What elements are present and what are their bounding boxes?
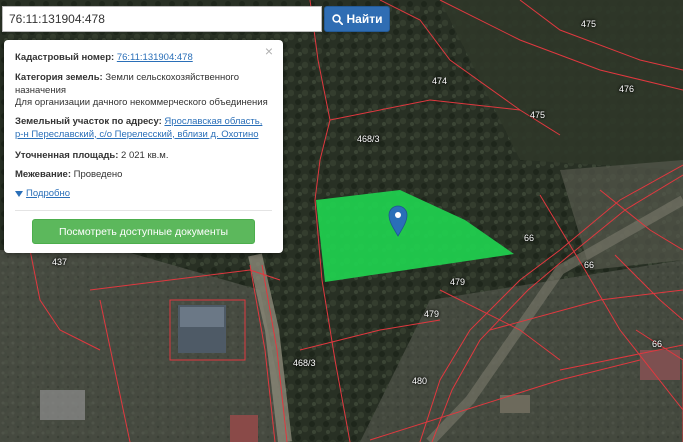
address-link-region[interactable]: Ярославская область, <box>164 116 262 127</box>
address-row: Земельный участок по адресу: Ярославская… <box>15 116 273 141</box>
cadastral-search-input[interactable] <box>2 6 322 32</box>
cadastral-number-row: Кадастровый номер: 76:11:131904:478 <box>15 52 273 65</box>
parcel-number-label: 66 <box>524 233 535 243</box>
cadastral-number-label: Кадастровый номер: <box>15 52 115 63</box>
divider <box>15 210 272 211</box>
parcel-number-label: 479 <box>450 277 466 287</box>
area-value: 2 021 кв.м. <box>121 150 169 161</box>
parcel-number-label: 66 <box>584 260 595 270</box>
parcel-number-label: 476 <box>619 84 635 94</box>
address-label: Земельный участок по адресу: <box>15 116 162 127</box>
search-bar: Найти <box>0 6 390 32</box>
view-documents-button[interactable]: Посмотреть доступные документы <box>32 219 255 244</box>
parcel-number-label: 468/3 <box>357 134 380 144</box>
land-usage-value: Для организации дачного некоммерческого … <box>15 97 268 108</box>
parcel-number-label: 479 <box>424 309 440 319</box>
survey-value: Проведено <box>73 169 123 180</box>
parcel-number-label: 468/3 <box>293 358 316 368</box>
parcel-number-label: 475 <box>530 110 546 120</box>
parcel-number-label: 437 <box>52 257 68 267</box>
details-link-label: Подробно <box>26 188 70 199</box>
search-icon <box>331 13 343 25</box>
survey-row: Межевание: Проведено <box>15 169 273 182</box>
parcel-number-label: 480 <box>412 376 428 386</box>
parcel-info-popup: × Кадастровый номер: 76:11:131904:478 Ка… <box>4 40 283 253</box>
building <box>230 415 258 442</box>
cadastral-number-link[interactable]: 76:11:131904:478 <box>117 52 193 63</box>
land-category-label: Категория земель: <box>15 72 103 83</box>
caret-down-icon <box>15 190 23 197</box>
parcel-number-label: 474 <box>432 76 448 86</box>
search-button[interactable]: Найти <box>324 6 390 32</box>
parcel-number-label: 475 <box>581 19 597 29</box>
search-button-label: Найти <box>346 12 383 26</box>
details-link[interactable]: Подробно <box>15 188 70 199</box>
address-link-locality[interactable]: р-н Переславский, с/о Перелесский, вблиз… <box>15 129 259 140</box>
area-row: Уточненная площадь: 2 021 кв.м. <box>15 150 273 163</box>
land-category-row: Категория земель: Земли сельскохозяйстве… <box>15 72 273 110</box>
parcel-number-label: 66 <box>652 339 663 349</box>
area-label: Уточненная площадь: <box>15 150 119 161</box>
survey-label: Межевание: <box>15 169 71 180</box>
building <box>40 390 85 420</box>
